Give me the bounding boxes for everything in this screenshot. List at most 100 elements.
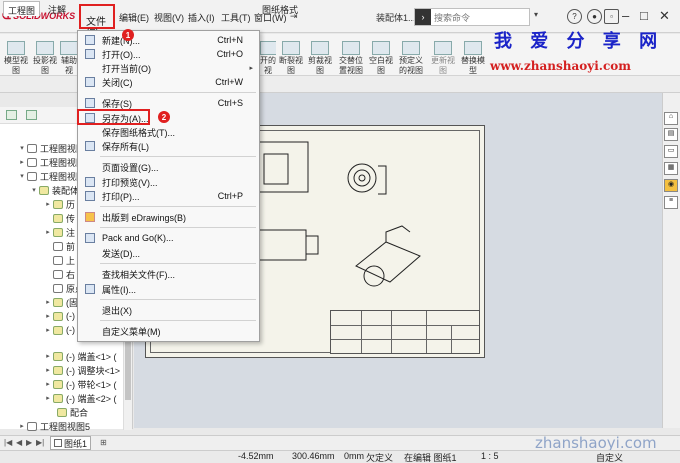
part-icon	[53, 393, 63, 403]
user-icon[interactable]: ●	[587, 9, 602, 24]
menu-tools[interactable]: 工具(T)	[221, 11, 251, 24]
tree-item[interactable]: ▾ 装配体	[30, 183, 79, 197]
tree-item[interactable]: 传	[44, 211, 75, 225]
prev-sheet-icon[interactable]: ◀	[16, 438, 22, 447]
custom-properties-icon[interactable]: ≡	[664, 196, 678, 209]
tab-sheet-format[interactable]: 图纸格式	[258, 1, 302, 16]
model-view-button[interactable]: 模型视图	[3, 40, 29, 76]
projected-view-button[interactable]: 投影视图	[32, 40, 58, 76]
assembly-icon	[39, 185, 49, 195]
tree-item[interactable]: ▸ (-) 端盖<2> (	[44, 391, 117, 405]
document-title: 装配体1...	[376, 13, 416, 23]
auxiliary-view-button[interactable]: 辅助视	[60, 40, 78, 76]
expand-icon[interactable]: ▸	[44, 366, 52, 374]
tree-item[interactable]: 前	[44, 239, 75, 253]
menu-item-label: 属性(I)...	[102, 284, 136, 295]
tree-item[interactable]: ▸ (-) 带轮<1> (	[44, 377, 117, 391]
maximize-icon[interactable]: □	[640, 8, 648, 23]
sheet-tab-1[interactable]: 图纸1	[50, 436, 92, 450]
tree-item[interactable]: ▸ (-) 调整块<1>	[44, 363, 120, 377]
first-sheet-icon[interactable]: |◀	[4, 438, 12, 447]
part-icon	[53, 365, 63, 375]
design-library-icon[interactable]: ▤	[664, 128, 678, 141]
sensors-icon	[53, 213, 63, 223]
expand-icon[interactable]: ▾	[18, 172, 26, 180]
replace-model-button[interactable]: 替换模型	[460, 40, 486, 76]
menu-item-pack-and-go[interactable]: Pack and Go(K)...	[78, 230, 259, 246]
tree-item[interactable]: ▸ 注	[44, 225, 75, 239]
update-view-button[interactable]: 更新视图	[430, 40, 456, 76]
tree-item[interactable]: 右	[44, 267, 75, 281]
status-definition: 欠定义	[366, 453, 394, 463]
expand-icon[interactable]: ▸	[44, 352, 52, 360]
tree-item-label: 右	[66, 269, 76, 280]
menu-item-page-setup[interactable]: 页面设置(G)...	[78, 159, 259, 175]
menu-item-publish-edrawings[interactable]: 出版到 eDrawings(B)	[78, 209, 259, 225]
menu-item-properties[interactable]: 属性(I)...	[78, 281, 259, 297]
appearances-icon[interactable]: ◉	[664, 179, 678, 192]
menu-item-exit[interactable]: 退出(X)	[78, 302, 259, 318]
empty-view-button[interactable]: 空白视图	[368, 40, 394, 76]
tree-item[interactable]: ▸ (固	[44, 295, 78, 309]
last-sheet-icon[interactable]: ▶|	[36, 438, 44, 447]
expand-icon[interactable]: ▸	[44, 326, 52, 334]
status-scale[interactable]: 1 : 5	[481, 451, 499, 461]
add-sheet-icon[interactable]: ⊞	[100, 438, 107, 447]
menu-item-send[interactable]: 发送(D)...	[78, 245, 259, 261]
restore-panel-icon[interactable]: ▫	[604, 9, 619, 24]
expand-icon[interactable]: ▸	[44, 228, 52, 236]
tree-item[interactable]: ▸ (-)	[44, 309, 75, 323]
menu-view[interactable]: 视图(V)	[154, 11, 184, 24]
expand-icon[interactable]: ▸	[18, 422, 26, 430]
search-commands-box[interactable]: › 搜索命令	[414, 8, 530, 26]
file-explorer-icon[interactable]: ▭	[664, 145, 678, 158]
tree-item[interactable]: ▸ 工程图视图5	[18, 419, 90, 433]
feature-manager-icon[interactable]	[6, 110, 17, 120]
status-z: 0mm	[344, 451, 364, 461]
home-icon[interactable]: ⌂	[664, 112, 678, 125]
expand-icon[interactable]: ▾	[30, 186, 38, 194]
status-custom[interactable]: 自定义	[596, 451, 623, 463]
view-palette-icon[interactable]: ▦	[664, 162, 678, 175]
part-icon	[53, 351, 63, 361]
tab-annotation[interactable]: 注解	[44, 1, 70, 16]
tree-item[interactable]: 上	[44, 253, 75, 267]
expand-icon[interactable]: ▸	[44, 312, 52, 320]
help-icon[interactable]: ?	[567, 9, 582, 24]
crop-view-button[interactable]: 剪裁视图	[307, 40, 333, 76]
menu-item-save-all[interactable]: 保存所有(L)	[78, 138, 259, 154]
property-manager-icon[interactable]	[26, 110, 37, 120]
predefined-view-button[interactable]: 预定义的视图	[396, 40, 426, 76]
expand-icon[interactable]: ▾	[18, 144, 26, 152]
menu-edit[interactable]: 编辑(E)	[119, 11, 149, 24]
close-icon[interactable]: ✕	[659, 8, 670, 24]
expand-icon[interactable]: ▸	[44, 200, 52, 208]
tab-drawing[interactable]: 工程图	[3, 1, 41, 16]
minimize-icon[interactable]: –	[622, 8, 629, 23]
expand-icon[interactable]: ▸	[44, 380, 52, 388]
menu-item-shortcut: Ctrl+O	[216, 49, 243, 59]
alternate-position-view-button[interactable]: 交替位置视图	[336, 40, 366, 76]
plane-icon	[53, 241, 63, 251]
menu-item-find-references[interactable]: 查找相关文件(F)...	[78, 266, 259, 282]
search-dropdown-icon[interactable]: ▾	[534, 10, 538, 19]
menu-insert[interactable]: 插入(I)	[188, 11, 215, 24]
status-y: 300.46mm	[292, 451, 335, 461]
break-view-button[interactable]: 断裂视图	[278, 40, 304, 76]
blank-icon	[85, 248, 95, 258]
open-folder-icon	[85, 49, 95, 59]
menu-file[interactable]: 文件(F)	[79, 4, 115, 39]
expand-icon[interactable]: ▸	[44, 298, 52, 306]
expand-icon[interactable]: ▸	[18, 158, 26, 166]
tree-item[interactable]: 配合	[56, 405, 88, 419]
detail-view-button[interactable]: 开的视	[260, 40, 276, 76]
menu-item-close[interactable]: 关闭(C) Ctrl+W	[78, 74, 259, 90]
tree-item[interactable]: ▸ (-)	[44, 323, 75, 337]
menu-item-print[interactable]: 打印(P)... Ctrl+P	[78, 188, 259, 204]
next-sheet-icon[interactable]: ▶	[26, 438, 32, 447]
tree-item[interactable]: ▸ (-) 端盖<1> (	[44, 349, 117, 363]
menu-item-customize[interactable]: 自定义菜单(M)	[78, 323, 259, 339]
expand-icon[interactable]: ▸	[44, 394, 52, 402]
top-view-shaft	[306, 235, 319, 255]
tree-item[interactable]: ▸ 历	[44, 197, 75, 211]
